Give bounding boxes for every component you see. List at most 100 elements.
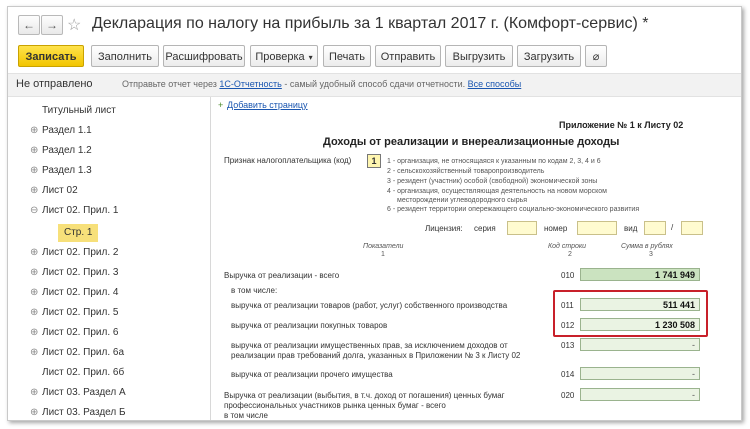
tree-item-sheet-02[interactable]: ⊕ Лист 02	[18, 181, 210, 201]
tree-item-page-1[interactable]: Стр. 1	[18, 223, 210, 243]
tree-item-sheet-02-app-2[interactable]: ⊕ Лист 02. Прил. 2	[18, 243, 210, 263]
row-code: 014	[561, 370, 575, 379]
license-series-label: серия	[474, 224, 496, 233]
attach-button[interactable]: ⌀	[585, 45, 607, 67]
tree-item-label: Титульный лист	[42, 105, 116, 116]
column-code-header: Код строки	[548, 243, 587, 250]
tree-item-label: Лист 03. Раздел Б	[42, 407, 126, 418]
tree-item-title-page[interactable]: Титульный лист	[18, 101, 210, 121]
revenue-property-rights-field[interactable]: -	[580, 338, 700, 351]
expand-icon[interactable]: ⊕	[30, 283, 38, 303]
license-series-field[interactable]	[507, 221, 537, 235]
tree-item-section-1-1[interactable]: ⊕ Раздел 1.1	[18, 121, 210, 141]
tree-item-label: Лист 02. Прил. 2	[42, 247, 119, 258]
expand-icon[interactable]: ⊕	[30, 343, 38, 363]
download-button[interactable]: Загрузить	[517, 45, 581, 67]
arrow-right-icon: →	[46, 18, 58, 32]
column-sum-number: 3	[649, 251, 653, 258]
collapse-icon[interactable]: ⊖	[30, 201, 38, 221]
tree-item-label: Раздел 1.2	[42, 145, 92, 156]
expand-icon[interactable]: ⊕	[30, 161, 38, 181]
tree-item-sheet-03-a[interactable]: ⊕ Лист 03. Раздел А	[18, 383, 210, 403]
tree-item-sheet-02-app-6b[interactable]: Лист 02. Прил. 6б	[18, 363, 210, 383]
check-button[interactable]: Проверка ▾	[250, 45, 318, 67]
expand-icon[interactable]: ⊕	[30, 323, 38, 343]
print-button[interactable]: Печать	[323, 45, 371, 67]
taxpayer-label: Признак налогоплательщика (код)	[224, 156, 352, 165]
expand-icon[interactable]: ⊕	[30, 383, 38, 403]
declaration-window: ← → ☆ Декларация по налогу на прибыль за…	[7, 6, 742, 421]
tree-item-label: Лист 02	[42, 185, 78, 196]
row-label: Выручка от реализации - всего	[224, 271, 340, 280]
tree-item-label: Лист 02. Прил. 6	[42, 327, 119, 338]
tree-item-label: Раздел 1.1	[42, 125, 92, 136]
license-kind-field-2[interactable]	[681, 221, 703, 235]
window-title: Декларация по налогу на прибыль за 1 ква…	[92, 15, 649, 32]
save-button[interactable]: Записать	[18, 45, 84, 67]
send-status: Не отправлено	[16, 78, 93, 90]
back-button[interactable]: ←	[18, 15, 40, 35]
expand-icon[interactable]: ⊕	[30, 141, 38, 161]
tree-item-sheet-02-app-6[interactable]: ⊕ Лист 02. Прил. 6	[18, 323, 210, 343]
license-number-label: номер	[544, 224, 568, 233]
tree-item-sheet-02-app-5[interactable]: ⊕ Лист 02. Прил. 5	[18, 303, 210, 323]
form-heading: Доходы от реализации и внереализационные…	[323, 136, 620, 148]
license-kind-label: вид	[624, 224, 638, 233]
securities-revenue-field[interactable]: -	[580, 388, 700, 401]
upload-button[interactable]: Выгрузить	[445, 45, 513, 67]
tree-item-sheet-02-app-1[interactable]: ⊖ Лист 02. Прил. 1	[18, 201, 210, 221]
decode-button[interactable]: Расшифровать	[163, 45, 245, 67]
send-button[interactable]: Отправить	[375, 45, 441, 67]
add-page-link[interactable]: Добавить страницу	[227, 100, 308, 110]
row-label-cont: профессиональных участников рынка ценных…	[224, 401, 446, 410]
expand-icon[interactable]: ⊕	[30, 303, 38, 323]
dropdown-arrow-icon: ▾	[308, 53, 313, 62]
title-bar: ← → ☆ Декларация по налогу на прибыль за…	[8, 7, 741, 41]
forward-button[interactable]: →	[41, 15, 63, 35]
tree-item-section-1-3[interactable]: ⊕ Раздел 1.3	[18, 161, 210, 181]
license-kind-field[interactable]	[644, 221, 666, 235]
appendix-label: Приложение № 1 к Листу 02	[559, 120, 684, 130]
row-label: выручка от реализации имущественных прав…	[231, 341, 508, 350]
arrow-left-icon: ←	[23, 18, 35, 32]
expand-icon[interactable]: ⊕	[30, 181, 38, 201]
column-indicators-number: 1	[381, 251, 385, 258]
tree-item-label: Лист 02. Прил. 4	[42, 287, 119, 298]
code-option-4: 4 - организация, осуществляющая деятельн…	[387, 188, 607, 195]
tree-item-section-1-2[interactable]: ⊕ Раздел 1.2	[18, 141, 210, 161]
tree-item-label: Лист 02. Прил. 6б	[42, 367, 125, 378]
revenue-other-property-field[interactable]: -	[580, 367, 700, 380]
row-label-including: в том числе:	[231, 286, 278, 295]
license-slash: /	[671, 223, 674, 232]
license-number-field[interactable]	[577, 221, 617, 235]
plus-icon: +	[218, 100, 224, 110]
tree-item-sheet-02-app-3[interactable]: ⊕ Лист 02. Прил. 3	[18, 263, 210, 283]
expand-icon[interactable]: ⊕	[30, 243, 38, 263]
code-option-2: 2 - сельскохозяйственный товаропроизводи…	[387, 168, 545, 175]
expand-icon[interactable]: ⊕	[30, 121, 38, 141]
tree-item-label: Лист 02. Прил. 3	[42, 267, 119, 278]
expand-icon[interactable]: ⊕	[30, 263, 38, 283]
tree-item-sheet-02-app-4[interactable]: ⊕ Лист 02. Прил. 4	[18, 283, 210, 303]
code-option-6: 6 - резидент территории опережающего соц…	[387, 206, 640, 213]
row-label: выручка от реализации товаров (работ, ус…	[231, 301, 508, 310]
tree-item-sheet-03-b[interactable]: ⊕ Лист 03. Раздел Б	[18, 403, 210, 420]
tree-item-label: Лист 02. Прил. 5	[42, 307, 119, 318]
tree-item-sheet-02-app-6a[interactable]: ⊕ Лист 02. Прил. 6а	[18, 343, 210, 363]
highlight-frame	[553, 290, 708, 337]
code-option-3: 3 - резидент (участник) особой (свободно…	[387, 178, 598, 185]
tree-item-label: Лист 03. Раздел А	[42, 387, 126, 398]
1c-reporting-link[interactable]: 1С-Отчетность	[219, 79, 281, 89]
check-button-label: Проверка	[255, 51, 305, 63]
code-option-4-cont: месторождении углеводородного сырья	[397, 197, 528, 204]
row-label: выручка от реализации прочего имущества	[231, 370, 393, 379]
revenue-total-field[interactable]: 1 741 949	[580, 268, 700, 281]
fill-button[interactable]: Заполнить	[91, 45, 159, 67]
tree-item-label: Лист 02. Прил. 1	[42, 205, 119, 216]
favorite-star-icon[interactable]: ☆	[67, 15, 81, 35]
row-code: 013	[561, 341, 575, 350]
row-label-cont-2: в том числе	[224, 411, 268, 420]
expand-icon[interactable]: ⊕	[30, 403, 38, 420]
taxpayer-code-field[interactable]: 1	[367, 154, 381, 168]
all-methods-link[interactable]: Все способы	[468, 79, 522, 89]
